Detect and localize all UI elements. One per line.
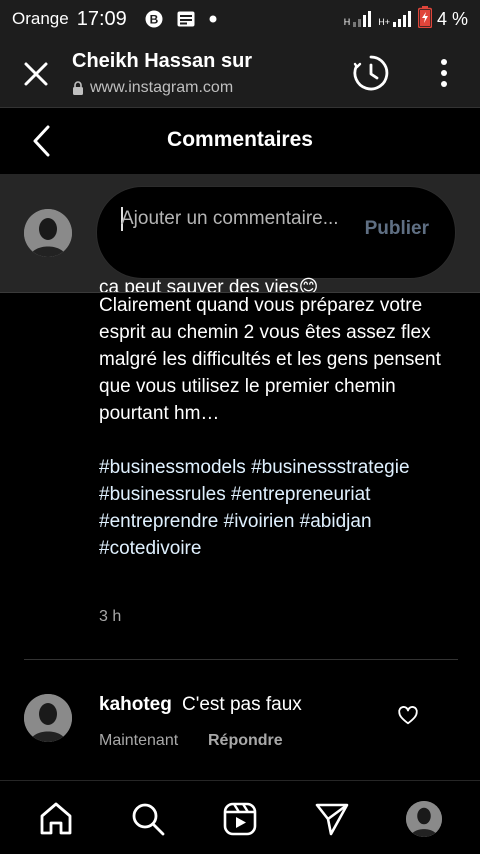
like-button[interactable] — [397, 705, 419, 727]
lock-icon — [72, 81, 84, 100]
svg-text:B: B — [149, 13, 158, 27]
nav-direct[interactable] — [312, 799, 352, 839]
avatar[interactable] — [24, 694, 72, 742]
carrier-name: Orange — [12, 9, 69, 28]
history-button[interactable] — [352, 54, 390, 92]
history-icon — [353, 55, 389, 91]
comment-time: Maintenant — [99, 732, 179, 749]
header-title: Commentaires — [167, 128, 313, 151]
comment-input[interactable]: Ajouter un commentaire... Publier — [96, 186, 456, 279]
avatar — [24, 209, 72, 257]
nav-home[interactable] — [36, 799, 76, 839]
send-icon — [315, 803, 349, 836]
close-icon — [24, 62, 48, 86]
more-vertical-icon — [441, 59, 447, 87]
caption-time: 3 h — [99, 608, 122, 625]
nav-search[interactable] — [128, 799, 168, 839]
nav-profile-avatar[interactable] — [406, 801, 442, 837]
signal-icon-2: H+ — [378, 11, 413, 27]
bottom-navigation — [0, 780, 480, 854]
reels-icon — [223, 802, 257, 836]
news-icon — [177, 11, 195, 27]
page-title: Cheikh Hassan sur — [72, 50, 253, 72]
bitcoin-icon: B — [145, 10, 163, 28]
comment-text: C'est pas faux — [182, 694, 302, 715]
page-url[interactable]: www.instagram.com — [90, 79, 233, 97]
signal-icon-1: H — [344, 11, 374, 27]
divider — [24, 659, 458, 660]
post-caption: Clairement quand vous préparez votre esp… — [99, 292, 449, 562]
search-icon — [132, 803, 165, 836]
nav-reels[interactable] — [220, 799, 260, 839]
status-bar: Orange 17:09 B H H+ 4 % — [0, 0, 480, 38]
caption-hashtags[interactable]: #businessmodels #businessstrategie #busi… — [99, 454, 449, 562]
comment-input-placeholder: Ajouter un commentaire... — [121, 208, 339, 229]
heart-icon — [398, 706, 418, 725]
comment-username[interactable]: kahoteg — [99, 694, 172, 716]
browser-bar: Cheikh Hassan sur www.instagram.com — [0, 38, 480, 108]
notification-dot-icon — [209, 15, 217, 23]
caption-clipped-line: ça peut sauver des vies😊 — [99, 277, 319, 292]
more-menu-button[interactable] — [432, 56, 456, 90]
battery-icon — [417, 5, 433, 33]
close-button[interactable] — [20, 58, 52, 90]
caption-body: Clairement quand vous préparez votre esp… — [99, 295, 441, 424]
reply-button[interactable]: Répondre — [208, 732, 283, 750]
publish-button[interactable]: Publier — [365, 218, 429, 240]
comments-header: Commentaires — [0, 108, 480, 174]
battery-percent: 4 % — [436, 8, 468, 29]
status-time: 17:09 — [76, 7, 127, 30]
home-icon — [40, 802, 72, 835]
